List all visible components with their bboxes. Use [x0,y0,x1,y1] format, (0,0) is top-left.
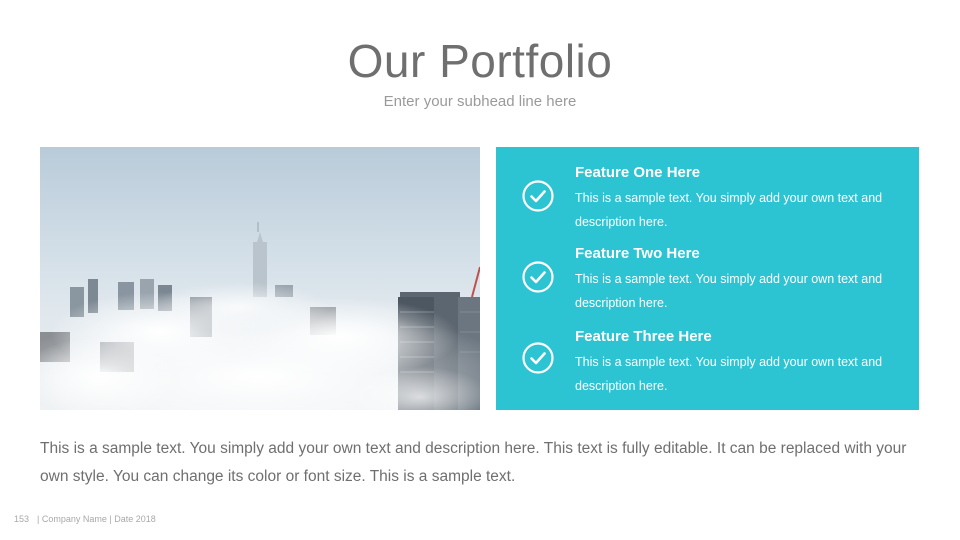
body-paragraph: This is a sample text. You simply add yo… [40,440,907,485]
page-subtitle: Enter your subhead line here [383,93,577,110]
feature-item: Feature Two Here This is a sample text. … [496,245,919,325]
page-title: Our Portfolio [347,35,613,87]
feature-item: Feature Three Here This is a sample text… [496,328,919,408]
check-circle-icon [522,342,554,374]
feature-item: Feature One Here This is a sample text. … [496,164,919,244]
features-panel: Feature One Here This is a sample text. … [496,147,919,410]
feature-description: This is a sample text. You simply add yo… [575,272,883,310]
check-circle-icon [522,180,554,212]
feature-title: Feature Three Here [575,328,712,345]
feature-description: This is a sample text. You simply add yo… [575,355,883,393]
city-clouds-illustration [40,222,480,410]
check-circle-icon [522,261,554,293]
feature-title: Feature One Here [575,164,701,181]
feature-description: This is a sample text. You simply add yo… [575,191,883,229]
footer-label: | Company Name | Date 2018 [37,514,156,524]
footer: 153 | Company Name | Date 2018 [14,514,156,524]
city-clouds-photo [40,147,480,410]
page-number: 153 [14,514,30,524]
slide: Our Portfolio Enter your subhead line he… [0,0,960,540]
feature-title: Feature Two Here [575,245,700,262]
